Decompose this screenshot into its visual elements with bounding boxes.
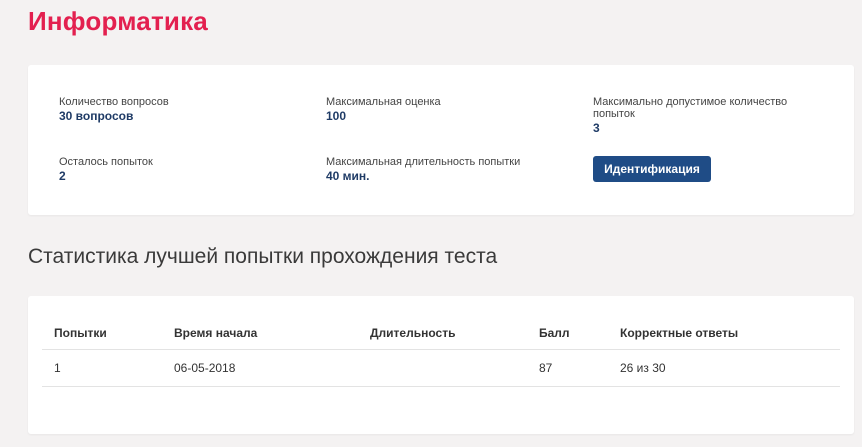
questions-value: 30 вопросов bbox=[59, 109, 134, 123]
table-row: 1 06-05-2018 87 26 из 30 bbox=[42, 349, 840, 387]
column-header-duration: Длительность bbox=[358, 314, 527, 350]
identification-button[interactable]: Идентификация bbox=[593, 156, 711, 182]
column-header-correct-answers: Корректные ответы bbox=[608, 314, 840, 350]
max-attempts-label: Максимально допустимое количество попыто… bbox=[593, 96, 788, 120]
stats-card: Попытки Время начала Длительность Балл К… bbox=[28, 296, 854, 434]
max-score-label: Максимальная оценка bbox=[326, 96, 441, 108]
page-title: Информатика bbox=[28, 6, 208, 36]
table-header-row: Попытки Время начала Длительность Балл К… bbox=[42, 314, 840, 350]
cell-score: 87 bbox=[527, 349, 608, 387]
info-max-attempts: Максимально допустимое количество попыто… bbox=[593, 96, 793, 135]
column-header-attempts: Попытки bbox=[42, 314, 162, 350]
info-questions: Количество вопросов 30 вопросов bbox=[59, 96, 299, 123]
max-duration-label: Максимальная длительность попытки bbox=[326, 156, 521, 168]
info-max-duration: Максимальная длительность попытки 40 мин… bbox=[326, 156, 566, 183]
info-max-score: Максимальная оценка 100 bbox=[326, 96, 566, 123]
cell-attempt: 1 bbox=[42, 349, 162, 387]
column-header-start-time: Время начала bbox=[162, 314, 358, 350]
attempts-left-value: 2 bbox=[59, 169, 66, 183]
cell-correct-answers: 26 из 30 bbox=[608, 349, 840, 387]
max-score-value: 100 bbox=[326, 109, 347, 123]
column-header-score: Балл bbox=[527, 314, 608, 350]
max-attempts-value: 3 bbox=[593, 121, 600, 135]
test-info-card: Количество вопросов 30 вопросов Максимал… bbox=[28, 65, 854, 215]
max-duration-value: 40 мин. bbox=[326, 169, 370, 183]
cell-start-time: 06-05-2018 bbox=[162, 349, 358, 387]
stats-title: Статистика лучшей попытки прохождения те… bbox=[28, 245, 498, 268]
stats-table: Попытки Время начала Длительность Балл К… bbox=[42, 314, 840, 387]
attempts-left-label: Осталось попыток bbox=[59, 156, 153, 168]
info-attempts-left: Осталось попыток 2 bbox=[59, 156, 299, 183]
cell-duration bbox=[358, 349, 527, 387]
questions-label: Количество вопросов bbox=[59, 96, 169, 108]
